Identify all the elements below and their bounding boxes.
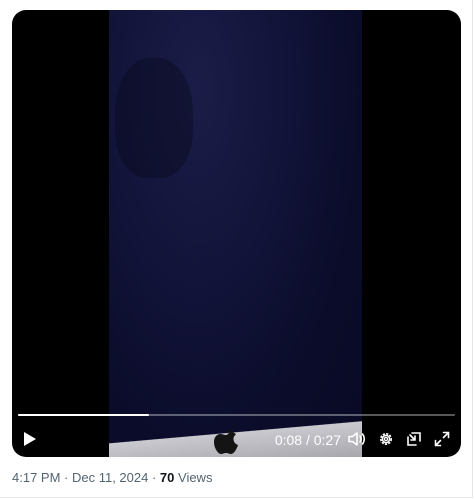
video-controls: 0:08 / 0:27 bbox=[12, 424, 461, 454]
time-separator: / bbox=[302, 432, 314, 448]
volume-icon bbox=[348, 432, 366, 446]
duration: 0:27 bbox=[313, 432, 341, 448]
picture-in-picture-button[interactable] bbox=[402, 424, 426, 454]
meta-separator: · bbox=[60, 470, 72, 485]
views-label: Views bbox=[174, 470, 213, 485]
current-time: 0:08 bbox=[274, 432, 303, 448]
fullscreen-icon bbox=[434, 431, 450, 447]
volume-button[interactable] bbox=[345, 424, 369, 454]
gear-icon bbox=[380, 433, 392, 445]
play-button[interactable] bbox=[18, 424, 42, 454]
views-count: 70 bbox=[159, 470, 175, 485]
video-content-silhouette bbox=[115, 58, 193, 178]
video-frame[interactable] bbox=[109, 10, 362, 457]
settings-button[interactable] bbox=[374, 424, 398, 454]
video-player[interactable]: 0:08 / 0:27 bbox=[12, 10, 461, 457]
picture-in-picture-icon bbox=[407, 432, 421, 446]
fullscreen-button[interactable] bbox=[430, 424, 454, 454]
play-icon bbox=[24, 432, 36, 446]
post-time[interactable]: 4:17 PM bbox=[12, 470, 60, 485]
meta-separator: · bbox=[148, 470, 160, 485]
video-progress-bar[interactable] bbox=[18, 414, 455, 416]
post-date[interactable]: Dec 11, 2024 bbox=[72, 470, 148, 485]
time-readout: 0:08 / 0:27 bbox=[275, 432, 341, 448]
post-meta: 4:17 PM · Dec 11, 2024 · 70 Views bbox=[12, 470, 212, 485]
video-progress-fill bbox=[18, 414, 150, 416]
